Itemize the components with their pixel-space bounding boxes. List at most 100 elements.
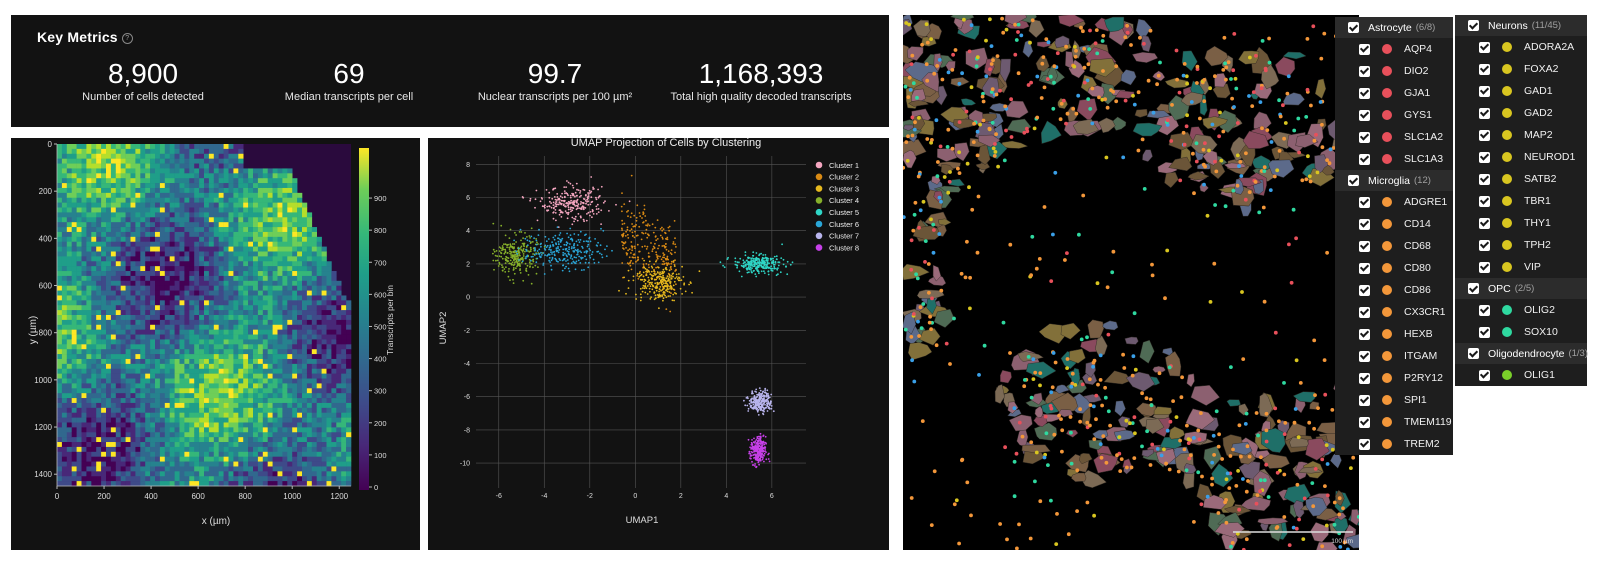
heatmap-bin bbox=[91, 354, 97, 360]
heatmap-bin bbox=[76, 197, 82, 203]
heatmap-bin bbox=[331, 373, 337, 379]
heatmap-bin bbox=[61, 383, 68, 389]
heatmap-bin bbox=[326, 422, 332, 428]
heatmap-bin bbox=[336, 402, 342, 409]
heatmap-bin bbox=[326, 476, 332, 482]
heatmap-bin bbox=[277, 300, 283, 306]
heatmap-bin bbox=[106, 261, 112, 267]
heatmap-bin bbox=[106, 285, 112, 291]
heatmap-bin bbox=[61, 212, 68, 218]
heatmap-bin bbox=[155, 217, 161, 223]
heatmap-bin bbox=[336, 388, 342, 394]
heatmap-bin bbox=[302, 481, 308, 487]
heatmap-bin bbox=[267, 451, 273, 457]
heatmap-bin bbox=[106, 212, 112, 218]
heatmap-bin bbox=[145, 412, 151, 418]
heatmap-bin bbox=[76, 354, 82, 360]
metric-value: 8,900 bbox=[107, 58, 179, 89]
heatmap-bin bbox=[155, 178, 161, 184]
heatmap-bin bbox=[189, 363, 195, 370]
heatmap-bin bbox=[115, 349, 121, 355]
heatmap-bin bbox=[125, 442, 131, 448]
heatmap-bin bbox=[253, 446, 259, 453]
heatmap-bin bbox=[208, 383, 215, 389]
metric-value: 69 bbox=[333, 58, 365, 89]
heatmap-bin bbox=[253, 290, 259, 296]
heatmap-bin bbox=[81, 251, 87, 257]
heatmap-bin bbox=[282, 393, 288, 399]
umap-point bbox=[567, 213, 569, 216]
heatmap-bin bbox=[213, 407, 219, 414]
help-icon[interactable]: ? bbox=[121, 32, 133, 44]
umap-point bbox=[646, 293, 649, 295]
heatmap-bin bbox=[277, 305, 283, 311]
heatmap-bin bbox=[208, 227, 215, 233]
umap-chart[interactable]: UMAP Projection of Cells by Clustering -… bbox=[428, 137, 889, 550]
heatmap-bin bbox=[76, 339, 82, 345]
heatmap-bin bbox=[155, 231, 161, 238]
heatmap-bin bbox=[71, 481, 77, 487]
transcript-density-heatmap[interactable]: 0 200 400 600 800 1000 12000200400600800100012… bbox=[11, 138, 420, 550]
umap-point bbox=[633, 225, 636, 228]
heatmap-bin bbox=[96, 251, 102, 257]
heatmap-bin bbox=[292, 471, 298, 477]
heatmap-bin bbox=[120, 456, 126, 462]
heatmap-bin bbox=[57, 373, 63, 379]
heatmap-bin bbox=[189, 173, 195, 179]
umap-point bbox=[560, 199, 563, 202]
heatmap-bin bbox=[194, 144, 200, 150]
umap-point bbox=[519, 272, 522, 274]
heatmap-bin bbox=[155, 168, 161, 174]
heatmap-bin bbox=[57, 144, 63, 150]
heatmap-bin bbox=[272, 266, 278, 272]
heatmap-bin bbox=[169, 378, 175, 384]
heatmap-bin bbox=[57, 358, 63, 365]
heatmap-bin bbox=[101, 271, 107, 277]
heatmap-bin bbox=[174, 153, 180, 159]
umap-point bbox=[665, 243, 667, 245]
heatmap-bin bbox=[292, 319, 298, 326]
heatmap-bin bbox=[96, 456, 102, 462]
heatmap-bin bbox=[311, 398, 317, 404]
heatmap-bin bbox=[243, 319, 249, 326]
heatmap-bin bbox=[297, 446, 303, 453]
heatmap-bin bbox=[135, 427, 141, 433]
heatmap-bin bbox=[233, 349, 239, 355]
heatmap-bin bbox=[150, 388, 156, 394]
heatmap-bin bbox=[243, 349, 249, 355]
heatmap-bin bbox=[248, 461, 254, 467]
heatmap-bin bbox=[159, 398, 166, 404]
heatmap-bin bbox=[61, 280, 68, 286]
umap-point bbox=[655, 289, 658, 292]
umap-point bbox=[648, 260, 651, 263]
heatmap-bin bbox=[199, 407, 205, 414]
heatmap-bin bbox=[257, 295, 264, 301]
heatmap-bin bbox=[297, 476, 303, 482]
heatmap-bin bbox=[115, 285, 121, 291]
heatmap-bin bbox=[282, 256, 288, 262]
heatmap-bin bbox=[135, 393, 141, 399]
umap-point bbox=[646, 236, 649, 239]
heatmap-bin bbox=[125, 393, 131, 399]
heatmap-bin bbox=[174, 158, 180, 164]
heatmap-bin bbox=[106, 187, 112, 194]
umap-point bbox=[673, 220, 676, 222]
heatmap-bin bbox=[238, 251, 244, 257]
heatmap-bin bbox=[61, 300, 68, 306]
heatmap-bin bbox=[346, 344, 352, 350]
heatmap-bin bbox=[106, 192, 112, 199]
heatmap-bin bbox=[159, 246, 166, 252]
heatmap-bin bbox=[145, 339, 151, 345]
umap-point bbox=[552, 204, 555, 206]
heatmap-bin bbox=[135, 275, 141, 282]
umap-point bbox=[675, 246, 677, 248]
heatmap-bin bbox=[336, 471, 342, 477]
heatmap-bin bbox=[169, 163, 175, 169]
heatmap-bin bbox=[238, 422, 244, 428]
heatmap-bin bbox=[331, 310, 337, 316]
umap-point bbox=[495, 250, 498, 252]
heatmap-bin bbox=[81, 315, 87, 321]
heatmap-bin bbox=[130, 363, 136, 370]
umap-point bbox=[561, 192, 563, 195]
heatmap-bin bbox=[287, 358, 293, 365]
